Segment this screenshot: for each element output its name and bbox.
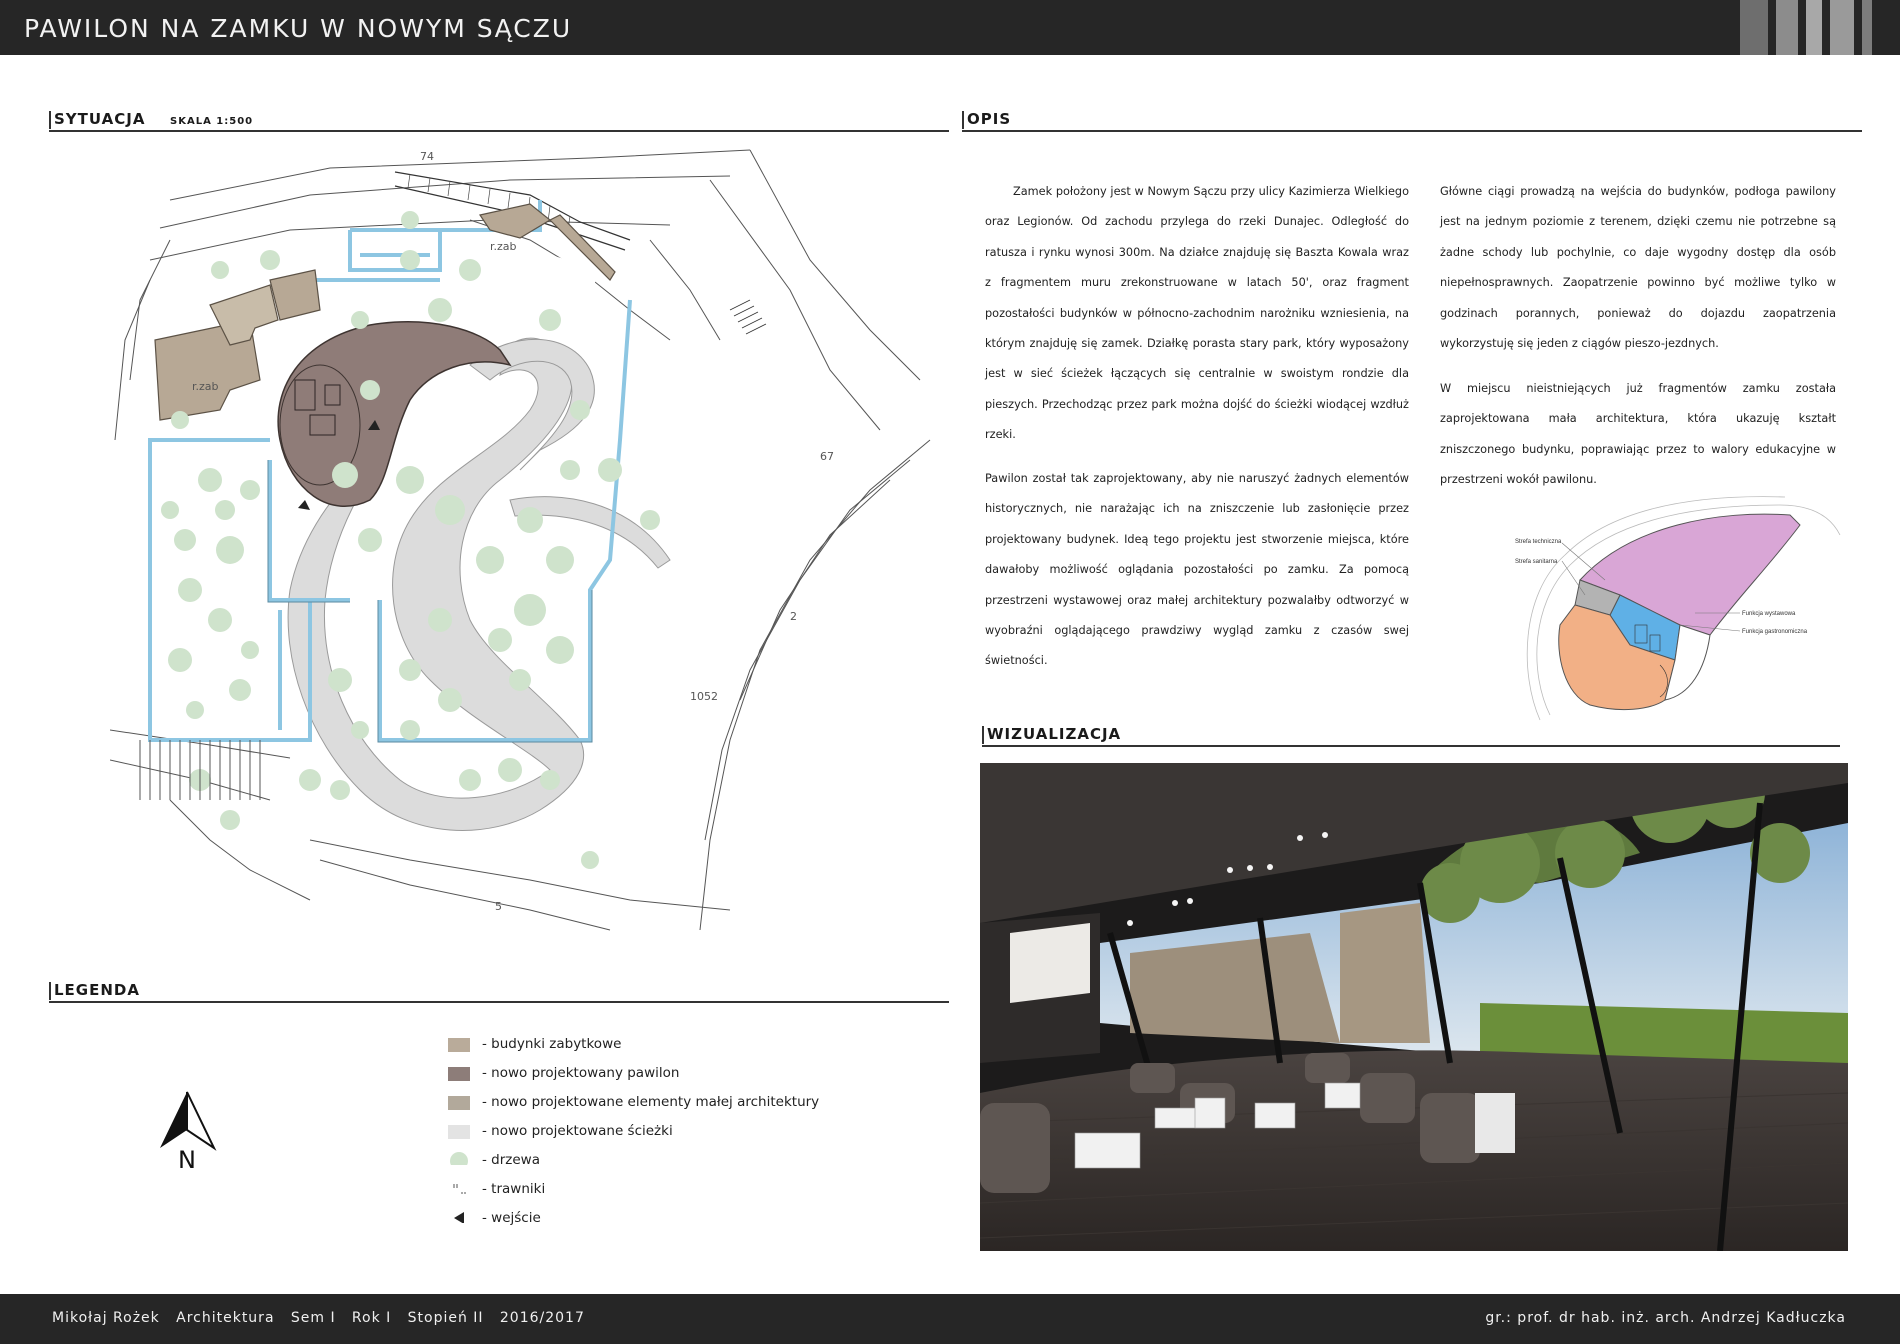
wizualizacja-tick — [982, 726, 984, 744]
parcel-1052: 1052 — [690, 690, 718, 703]
opis-col1-para1: Zamek położony jest w Nowym Sączu przy u… — [985, 185, 1409, 442]
legenda-rule — [49, 1001, 949, 1003]
zone-label-exhibit: Funkcja wystawowa — [1742, 611, 1796, 617]
legend-label: - budynki zabytkowe — [482, 1036, 622, 1052]
legend-label: - wejście — [482, 1210, 541, 1226]
header-decoration — [1740, 0, 1900, 55]
lawn-icon — [453, 1184, 466, 1194]
legend-label: - trawniki — [482, 1181, 546, 1197]
legend-label: - nowo projektowane ścieżki — [482, 1123, 673, 1139]
opis-col2-para1: Główne ciągi prowadzą na wejścia do budy… — [1440, 185, 1836, 351]
sytuacja-heading: SYTUACJA — [54, 110, 146, 128]
footer-author: Mikołaj Rożek Architektura Sem I Rok I S… — [52, 1310, 585, 1326]
legend-swatch — [448, 1067, 470, 1081]
rzab-label-1: r.zab — [192, 380, 219, 393]
visualization-render — [980, 763, 1848, 1251]
sytuacja-tick — [49, 111, 51, 129]
header-bar: Pawilon na zamku w Nowym Sączu — [0, 0, 1900, 55]
legend-label: - nowo projektowany pawilon — [482, 1065, 680, 1081]
legend-swatch — [448, 1096, 470, 1110]
parcel-5: 5 — [495, 900, 502, 913]
site-plan: r.zab r.zab 74 67 1052 5 2 — [110, 149, 931, 931]
north-arrow-icon: N — [160, 1091, 217, 1170]
entrance-icon — [454, 1212, 464, 1223]
zone-label-gastro: Funkcja gastronomiczna — [1742, 629, 1808, 635]
opis-col2-para2: W miejscu nieistniejących już fragmentów… — [1440, 382, 1836, 487]
legend-label: - drzewa — [482, 1152, 540, 1168]
legenda-tick — [49, 982, 51, 1000]
wizualizacja-heading: WIZUALIZACJA — [987, 725, 1122, 743]
zones-diagram: Strefa techniczna Strefa sanitarna Funkc… — [1515, 496, 1841, 721]
legend-label: - nowo projektowane elementy małej archi… — [482, 1094, 820, 1110]
parcel-67: 67 — [820, 450, 834, 463]
parcel-74: 74 — [420, 150, 434, 163]
zone-label-sanitary: Strefa sanitarna — [1515, 559, 1558, 565]
rzab-label-2: r.zab — [490, 240, 517, 253]
footer-supervisor: gr.: prof. dr hab. inż. arch. Andrzej Ka… — [1485, 1310, 1846, 1326]
opis-tick — [962, 111, 964, 129]
legend-swatch — [448, 1038, 470, 1052]
footer-bar: Mikołaj Rożek Architektura Sem I Rok I S… — [0, 1294, 1900, 1344]
legend-swatch — [448, 1125, 470, 1139]
opis-rule — [962, 130, 1862, 132]
legenda-heading: LEGENDA — [54, 981, 140, 999]
north-label: N — [178, 1146, 196, 1170]
page-title: Pawilon na zamku w Nowym Sączu — [24, 14, 573, 43]
scale-label: SKALA 1:500 — [170, 116, 254, 127]
sytuacja-rule — [49, 130, 949, 132]
opis-col1-para2: Pawilon został tak zaprojektowany, aby n… — [985, 472, 1409, 668]
opis-heading: OPIS — [967, 110, 1012, 128]
zone-label-technical: Strefa techniczna — [1515, 539, 1562, 545]
tree-icon — [450, 1152, 468, 1165]
parcel-2: 2 — [790, 610, 797, 623]
wizualizacja-rule — [982, 745, 1840, 747]
